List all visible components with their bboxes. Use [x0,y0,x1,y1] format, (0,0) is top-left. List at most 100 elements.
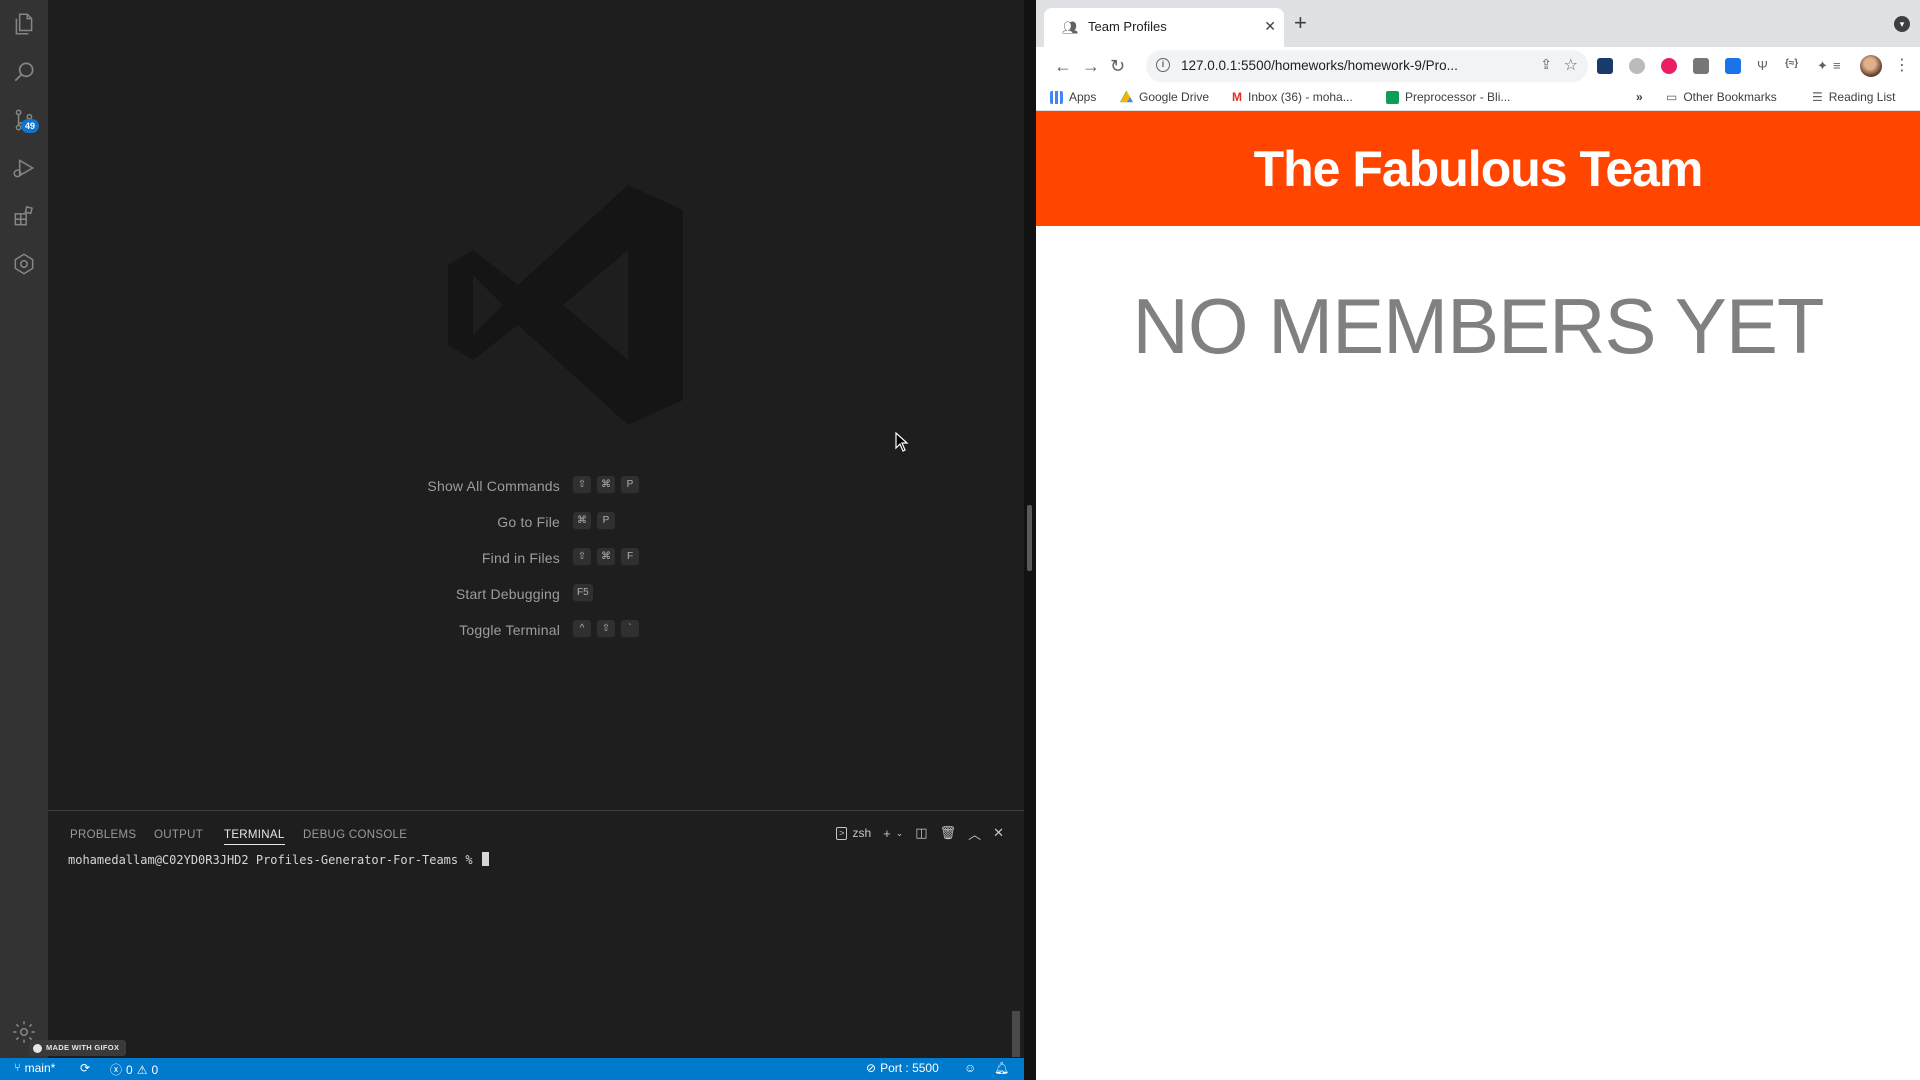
extension-heart-icon[interactable] [1661,58,1677,74]
gifox-logo-icon [33,1043,42,1053]
other-bookmarks-label: Other Bookmarks [1683,90,1777,104]
bookmark-label: Apps [1069,90,1097,104]
tab-strip: 👥︎ Team Profiles ✕ + ▾ [1036,0,1920,47]
page-title: The Fabulous Team [1253,140,1704,197]
terminal-prompt: mohamedallam@C02YD0R3JHD2 Profiles-Gener… [68,853,480,867]
feedback-icon[interactable]: ☺ [964,1061,976,1075]
error-icon: ⓧ [110,1063,123,1077]
sync-icon[interactable]: ⟳ [80,1061,90,1075]
key-p: P [621,476,639,494]
gifox-watermark: MADE WITH GIFOX [29,1040,127,1056]
gifox-label: MADE WITH GIFOX [46,1043,120,1052]
bookmark-google-drive[interactable]: Google Drive [1120,90,1209,104]
key-cmd: ⌘ [597,548,615,566]
close-panel-icon[interactable]: ✕ [993,825,1004,841]
bookmark-gmail-inbox[interactable]: M Inbox (36) - moha... [1232,90,1353,104]
error-count: 0 [126,1062,133,1077]
key-p: P [597,512,615,530]
problems-status[interactable]: ⓧ 0 ⚠ 0 [110,1061,158,1078]
editor-scrollbar-thumb[interactable] [1027,505,1032,571]
share-icon[interactable]: ⇪ [1540,56,1552,73]
key-shift: ⇧ [573,476,591,494]
live-server-port[interactable]: ⊘ Port : 5500 [866,1061,939,1075]
gmail-icon: M [1232,90,1242,104]
mouse-pointer-icon [895,432,909,452]
web-page: The Fabulous Team NO MEMBERS YET [1036,111,1920,1080]
tab-problems[interactable]: PROBLEMS [70,829,136,841]
profile-avatar[interactable] [1860,55,1882,77]
shortcut-label: Go to File [497,514,560,530]
bookmark-label: Preprocessor - Bli... [1405,90,1511,104]
bookmarks-overflow-chevron-icon[interactable]: » [1636,90,1643,104]
git-branch-label: main* [24,1061,56,1075]
explorer-icon[interactable] [0,0,48,48]
run-debug-icon[interactable] [0,144,48,192]
page-header-banner: The Fabulous Team [1036,111,1920,226]
extension-braces-icon[interactable]: {≈} [1785,58,1801,74]
vscode-window: 49 Show All Commands ⇧ ⌘ P Go to File ⌘ … [0,0,1024,1080]
tab-output[interactable]: OUTPUT [154,829,203,841]
extensions-puzzle-icon[interactable]: ✦ [1817,58,1833,74]
new-terminal-button[interactable]: + ⌄ [883,826,903,841]
reload-icon[interactable]: ↻ [1110,55,1125,77]
git-branch-item[interactable]: ⑂ main* [14,1061,55,1075]
tab-title: Team Profiles [1088,19,1167,34]
tab-debug-console[interactable]: DEBUG CONSOLE [303,829,407,841]
url-text: 127.0.0.1:5500/homeworks/homework-9/Pro.… [1181,58,1458,73]
shortcut-toggle-terminal[interactable]: Toggle Terminal ^ ⇧ ` [48,618,1024,642]
bookmarks-bar: Apps Google Drive M Inbox (36) - moha...… [1036,85,1920,111]
warning-count: 0 [151,1062,159,1077]
tab-search-chevron-icon[interactable]: ▾ [1894,16,1910,32]
back-arrow-icon[interactable]: ← [1054,55,1072,77]
shortcut-start-debugging[interactable]: Start Debugging F5 [48,582,1024,606]
terminal-shell-selector[interactable]: > zsh [836,826,871,840]
extension-gray-icon[interactable] [1629,58,1645,74]
key-shift: ⇧ [573,548,591,566]
chevron-down-icon: ⌄ [895,827,904,838]
extension-trident-icon[interactable]: Ψ [1757,58,1773,74]
vscode-watermark-logo-icon [448,185,683,425]
shortcut-show-all-commands[interactable]: Show All Commands ⇧ ⌘ P [48,474,1024,498]
shortcut-label: Show All Commands [427,478,560,494]
split-terminal-icon[interactable]: ◫ [915,825,927,841]
terminal-output[interactable]: mohamedallam@C02YD0R3JHD2 Profiles-Gener… [68,852,489,867]
extension-dark-icon[interactable] [1597,58,1613,74]
terminal-icon: > [836,826,848,840]
folder-icon: ▭ [1666,90,1678,104]
site-info-icon[interactable]: i [1156,58,1170,72]
media-queue-icon[interactable]: ≡ [1833,58,1849,74]
live-share-icon[interactable] [0,240,48,288]
extension-doc-blue-icon[interactable] [1725,58,1741,74]
new-tab-plus-icon[interactable]: + [1294,12,1307,34]
shortcut-label: Find in Files [481,550,560,566]
more-menu-icon[interactable]: ⋮ [1894,55,1910,75]
google-drive-icon [1120,90,1133,103]
git-branch-icon: ⑂ [14,1062,21,1074]
bookmark-preprocessor[interactable]: Preprocessor - Bli... [1386,90,1510,104]
bookmark-star-icon[interactable]: ☆ [1564,55,1578,75]
shortcut-find-in-files[interactable]: Find in Files ⇧ ⌘ F [48,546,1024,570]
terminal-scrollbar[interactable] [1012,1011,1020,1057]
terminal-cursor [481,852,489,866]
key-ctrl: ^ [573,620,591,638]
port-label: Port : 5500 [880,1061,939,1075]
other-bookmarks-folder[interactable]: ▭ Other Bookmarks [1666,90,1777,104]
bookmark-apps[interactable]: Apps [1050,90,1096,104]
reading-list-button[interactable]: ☰ Reading List [1812,90,1895,104]
bookmark-label: Inbox (36) - moha... [1248,90,1353,104]
key-cmd: ⌘ [573,512,591,530]
tab-terminal[interactable]: TERMINAL [224,829,285,845]
key-f: F [621,548,639,566]
address-bar[interactable]: i 127.0.0.1:5500/homeworks/homework-9/Pr… [1146,50,1588,82]
shortcut-go-to-file[interactable]: Go to File ⌘ P [48,510,1024,534]
search-icon[interactable] [0,48,48,96]
extension-puzzle-gray-icon[interactable] [1693,58,1709,74]
close-tab-icon[interactable]: ✕ [1264,18,1276,35]
bottom-panel: PROBLEMS OUTPUT TERMINAL DEBUG CONSOLE >… [48,810,1024,1058]
notifications-bell-icon[interactable]: 🔔︎ [994,1061,1009,1075]
trash-icon[interactable]: 🗑 [940,825,957,841]
extensions-icon[interactable] [0,192,48,240]
forward-arrow-icon[interactable]: → [1082,55,1100,77]
maximize-panel-chevron-up-icon[interactable]: ︿ [968,824,981,843]
browser-tab-team-profiles[interactable]: 👥︎ Team Profiles ✕ [1044,8,1284,47]
